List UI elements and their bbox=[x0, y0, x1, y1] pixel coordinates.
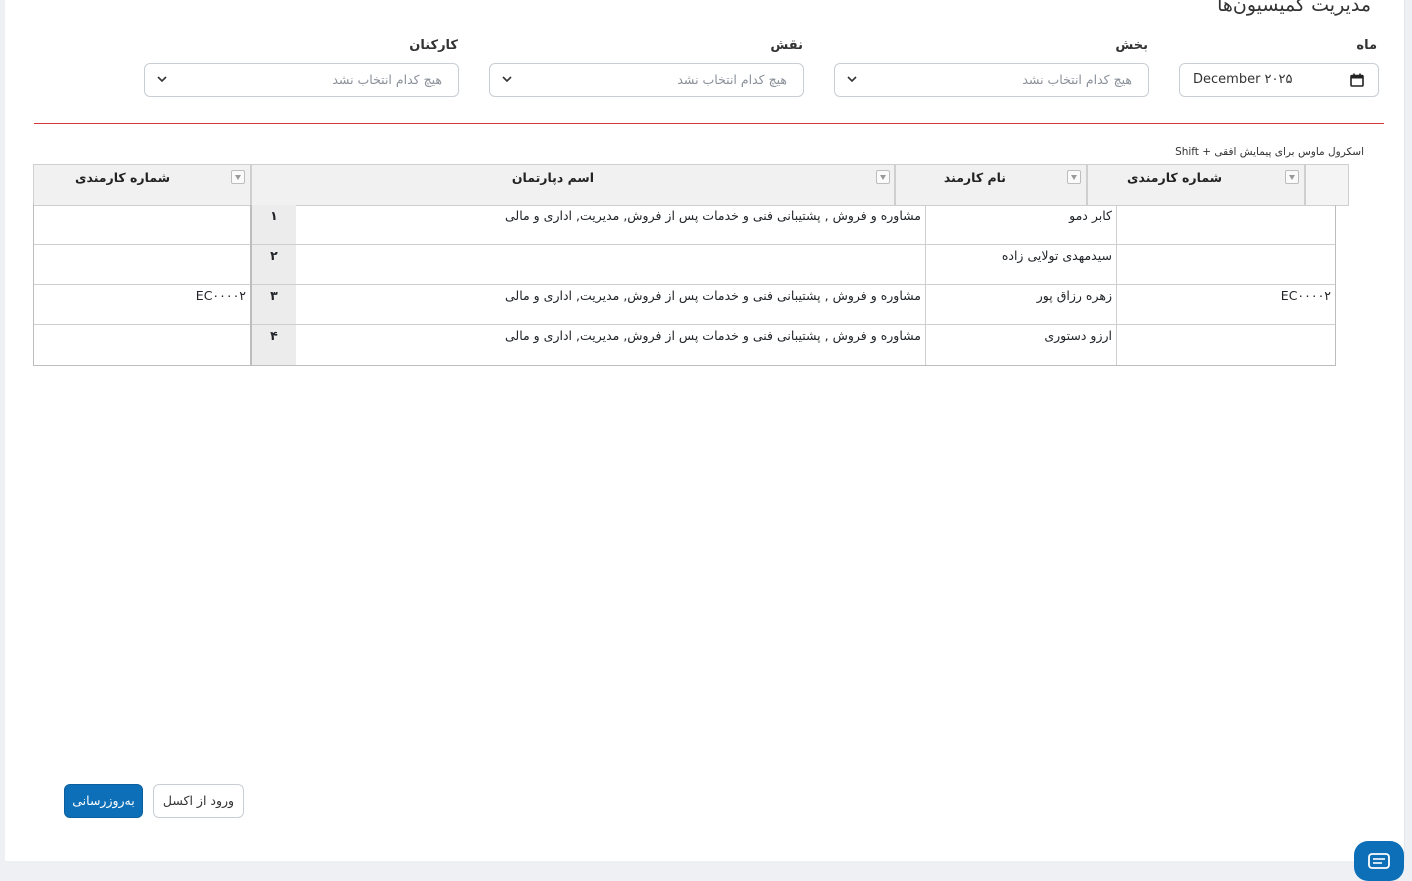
table-cell[interactable] bbox=[1117, 245, 1335, 285]
table-cell[interactable] bbox=[34, 325, 250, 365]
table-cell[interactable] bbox=[34, 205, 250, 245]
month-value: December ۲۰۲۵ bbox=[1193, 72, 1293, 87]
department-placeholder: هیچ کدام انتخاب نشد bbox=[1022, 72, 1132, 87]
table-cell[interactable]: سیدمهدی تولایی زاده bbox=[926, 245, 1117, 285]
chat-button[interactable] bbox=[1354, 841, 1404, 881]
table-cell[interactable]: EC۰۰۰۰۲ bbox=[1117, 285, 1335, 325]
table-cell[interactable]: مشاوره و فروش , پشتیبانی فنی و خدمات پس … bbox=[296, 325, 926, 365]
role-placeholder: هیچ کدام انتخاب نشد bbox=[677, 72, 787, 87]
header-employee-name-label: نام کارمند bbox=[943, 170, 1006, 185]
scroll-hint: Shift + اسکرول ماوس برای پیمایش افقی bbox=[1175, 146, 1364, 158]
table-cell[interactable]: EC۰۰۰۰۲ bbox=[34, 285, 250, 325]
role-label: نقش bbox=[770, 38, 803, 53]
chevron-down-icon bbox=[847, 76, 857, 83]
table-cell[interactable] bbox=[1117, 205, 1335, 245]
cell-employee-name: زهره رزاق پور bbox=[1036, 288, 1112, 303]
row-number[interactable]: ۴ bbox=[252, 325, 296, 365]
grid-right-pane: ۱ مشاوره و فروش , پشتیبانی فنی و خدمات پ… bbox=[251, 205, 1336, 366]
filter-icon[interactable] bbox=[1067, 170, 1081, 184]
cell-employee-name: کابر دمو bbox=[1069, 208, 1112, 223]
header-employee-number[interactable]: شماره کارمندی bbox=[1087, 164, 1305, 206]
employees-label: کارکنان bbox=[409, 38, 458, 53]
refresh-button[interactable]: به‌روزرسانی bbox=[64, 784, 143, 818]
header-corner bbox=[1305, 164, 1349, 206]
filter-icon[interactable] bbox=[876, 170, 890, 184]
header-employee-number-label: شماره کارمندی bbox=[1127, 170, 1222, 185]
header-department-label: اسم دپارتمان bbox=[511, 170, 594, 185]
table-cell[interactable]: ارزو دستوری bbox=[926, 325, 1117, 365]
cell-employee-number: EC۰۰۰۰۲ bbox=[1280, 288, 1331, 303]
filter-icon[interactable] bbox=[231, 170, 245, 184]
cell-employee-name: سیدمهدی تولایی زاده bbox=[1001, 248, 1112, 263]
row-number[interactable]: ۱ bbox=[252, 205, 296, 245]
grid-left-pane: EC۰۰۰۰۲ bbox=[33, 205, 251, 366]
cell-employee-name: ارزو دستوری bbox=[1044, 328, 1112, 343]
page-title: مدیریت کمیسیون‌ها bbox=[1217, 0, 1371, 16]
cell-department: مشاوره و فروش , پشتیبانی فنی و خدمات پس … bbox=[504, 208, 921, 223]
chevron-down-icon bbox=[502, 76, 512, 83]
month-picker[interactable]: December ۲۰۲۵ bbox=[1179, 63, 1379, 97]
employees-select[interactable]: هیچ کدام انتخاب نشد bbox=[144, 63, 459, 97]
import-excel-button[interactable]: ورود از اکسل bbox=[153, 784, 244, 818]
cell-employee-number: EC۰۰۰۰۲ bbox=[195, 288, 246, 303]
filter-icon[interactable] bbox=[1285, 170, 1299, 184]
table-cell[interactable]: کابر دمو bbox=[926, 205, 1117, 245]
chat-icon bbox=[1368, 853, 1390, 869]
table-cell[interactable] bbox=[1117, 325, 1335, 365]
month-label: ماه bbox=[1356, 38, 1377, 53]
row-number[interactable]: ۳ bbox=[252, 285, 296, 325]
table-cell[interactable]: زهره رزاق پور bbox=[926, 285, 1117, 325]
table-cell[interactable]: مشاوره و فروش , پشتیبانی فنی و خدمات پس … bbox=[296, 205, 926, 245]
department-label: بخش bbox=[1115, 38, 1148, 53]
department-select[interactable]: هیچ کدام انتخاب نشد bbox=[834, 63, 1149, 97]
table-cell[interactable]: مشاوره و فروش , پشتیبانی فنی و خدمات پس … bbox=[296, 285, 926, 325]
employees-placeholder: هیچ کدام انتخاب نشد bbox=[332, 72, 442, 87]
role-select[interactable]: هیچ کدام انتخاب نشد bbox=[489, 63, 804, 97]
header-employee-number-2[interactable]: شماره کارمندی bbox=[33, 164, 251, 206]
table-cell[interactable] bbox=[296, 245, 926, 285]
calendar-icon[interactable] bbox=[1350, 73, 1364, 87]
main-card: مدیریت کمیسیون‌ها ماه December ۲۰۲۵ بخش … bbox=[5, 0, 1405, 861]
chevron-down-icon bbox=[157, 76, 167, 83]
row-number[interactable]: ۲ bbox=[252, 245, 296, 285]
header-employee-name[interactable]: نام کارمند bbox=[895, 164, 1087, 206]
cell-department: مشاوره و فروش , پشتیبانی فنی و خدمات پس … bbox=[504, 328, 921, 343]
header-employee-number-2-label: شماره کارمندی bbox=[75, 170, 170, 185]
header-department[interactable]: اسم دپارتمان bbox=[251, 164, 895, 206]
cell-department: مشاوره و فروش , پشتیبانی فنی و خدمات پس … bbox=[504, 288, 921, 303]
table-cell[interactable] bbox=[34, 245, 250, 285]
divider bbox=[34, 123, 1384, 124]
